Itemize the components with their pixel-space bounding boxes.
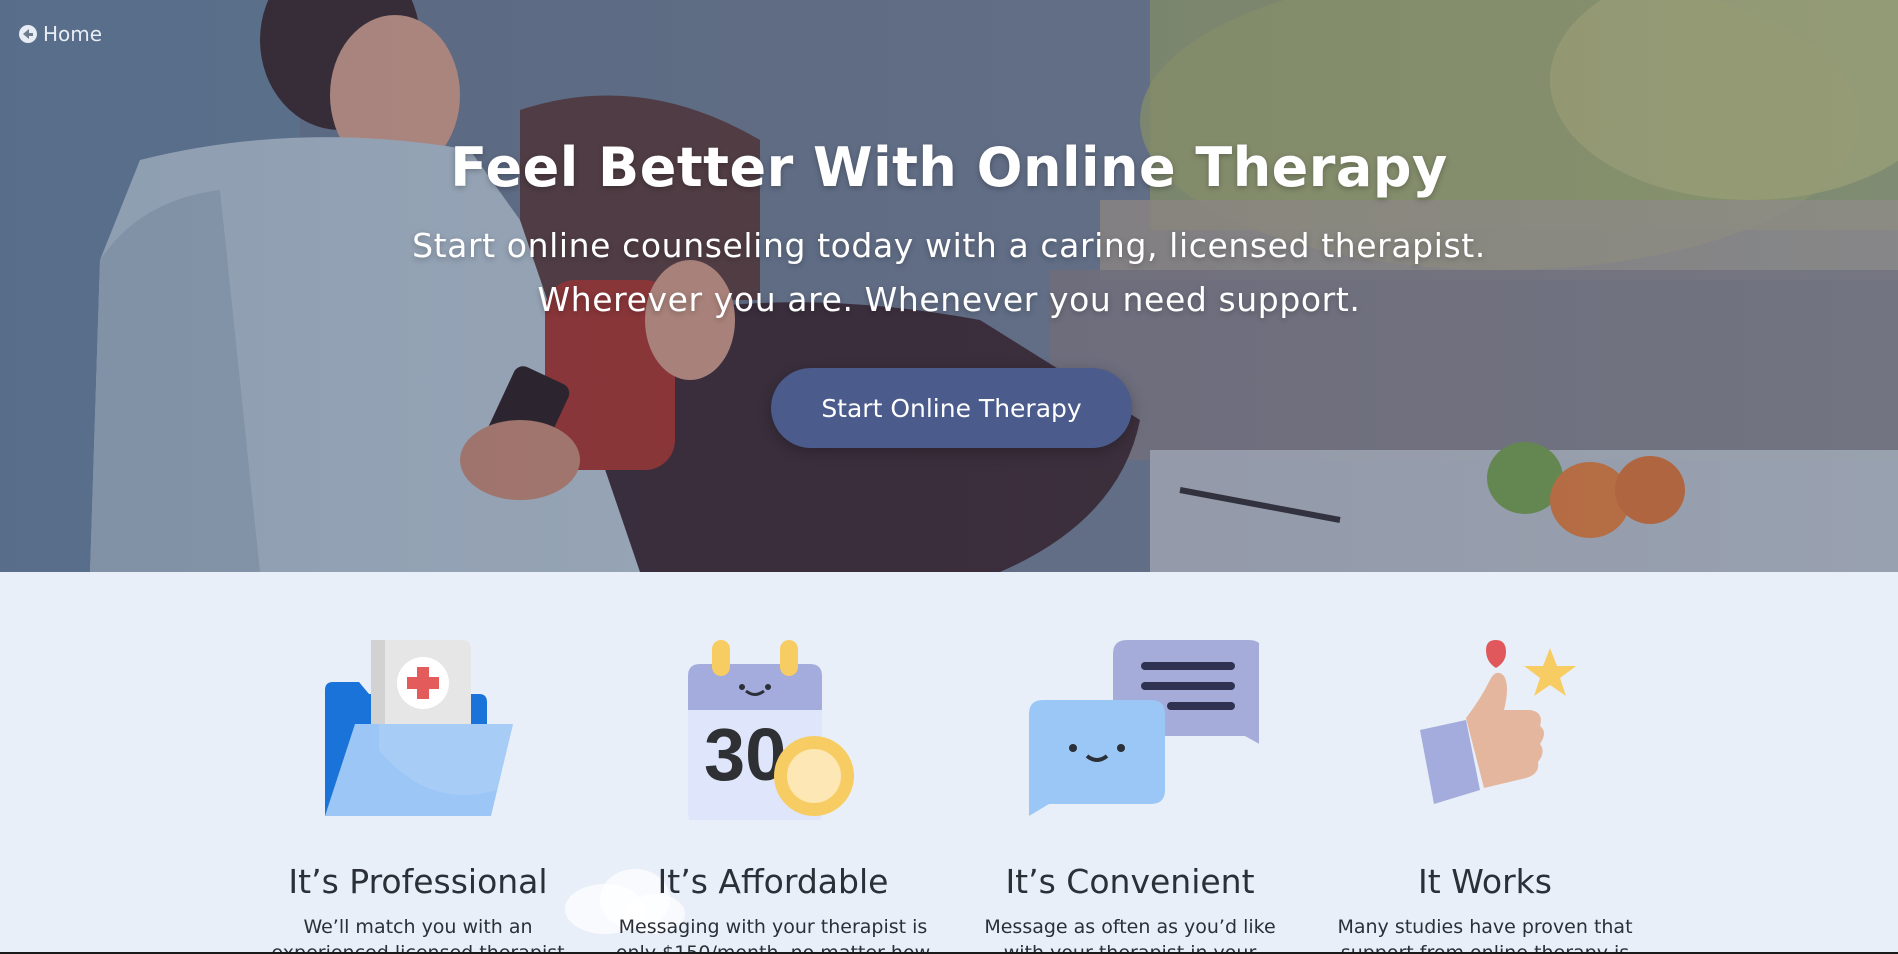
calendar-coin-icon: 30 (688, 640, 854, 820)
hero-title: Feel Better With Online Therapy (450, 136, 1448, 199)
start-online-therapy-button[interactable]: Start Online Therapy (771, 368, 1132, 448)
feature-description: We’ll match you with an experienced lice… (271, 916, 565, 954)
features-section: It’s Professional We’ll match you with a… (0, 572, 1898, 954)
hero-subtitle-line-1: Start online counseling today with a car… (412, 226, 1486, 265)
feature-title: It Works (1418, 862, 1552, 901)
hero-subtitle-line-2: Wherever you are. Whenever you need supp… (537, 280, 1361, 319)
feature-description: Many studies have proven that support fr… (1337, 916, 1633, 954)
feature-description: Message as often as you’d like with your… (984, 916, 1276, 954)
feature-title: It’s Professional (288, 862, 548, 901)
feature-title: It’s Affordable (657, 862, 889, 901)
svg-text:30: 30 (704, 713, 786, 796)
feature-title: It’s Convenient (1005, 862, 1255, 901)
medical-folder-icon (325, 640, 513, 816)
hero-banner: Home Feel Better With Online Therapy Sta… (0, 0, 1898, 572)
chat-bubbles-icon (1029, 640, 1259, 816)
home-link[interactable]: Home (19, 22, 102, 46)
home-label: Home (43, 22, 103, 46)
thumbs-up-icon (1420, 640, 1576, 804)
arrow-circle-left-icon (19, 25, 37, 43)
feature-description: Messaging with your therapist is only $1… (615, 916, 931, 954)
